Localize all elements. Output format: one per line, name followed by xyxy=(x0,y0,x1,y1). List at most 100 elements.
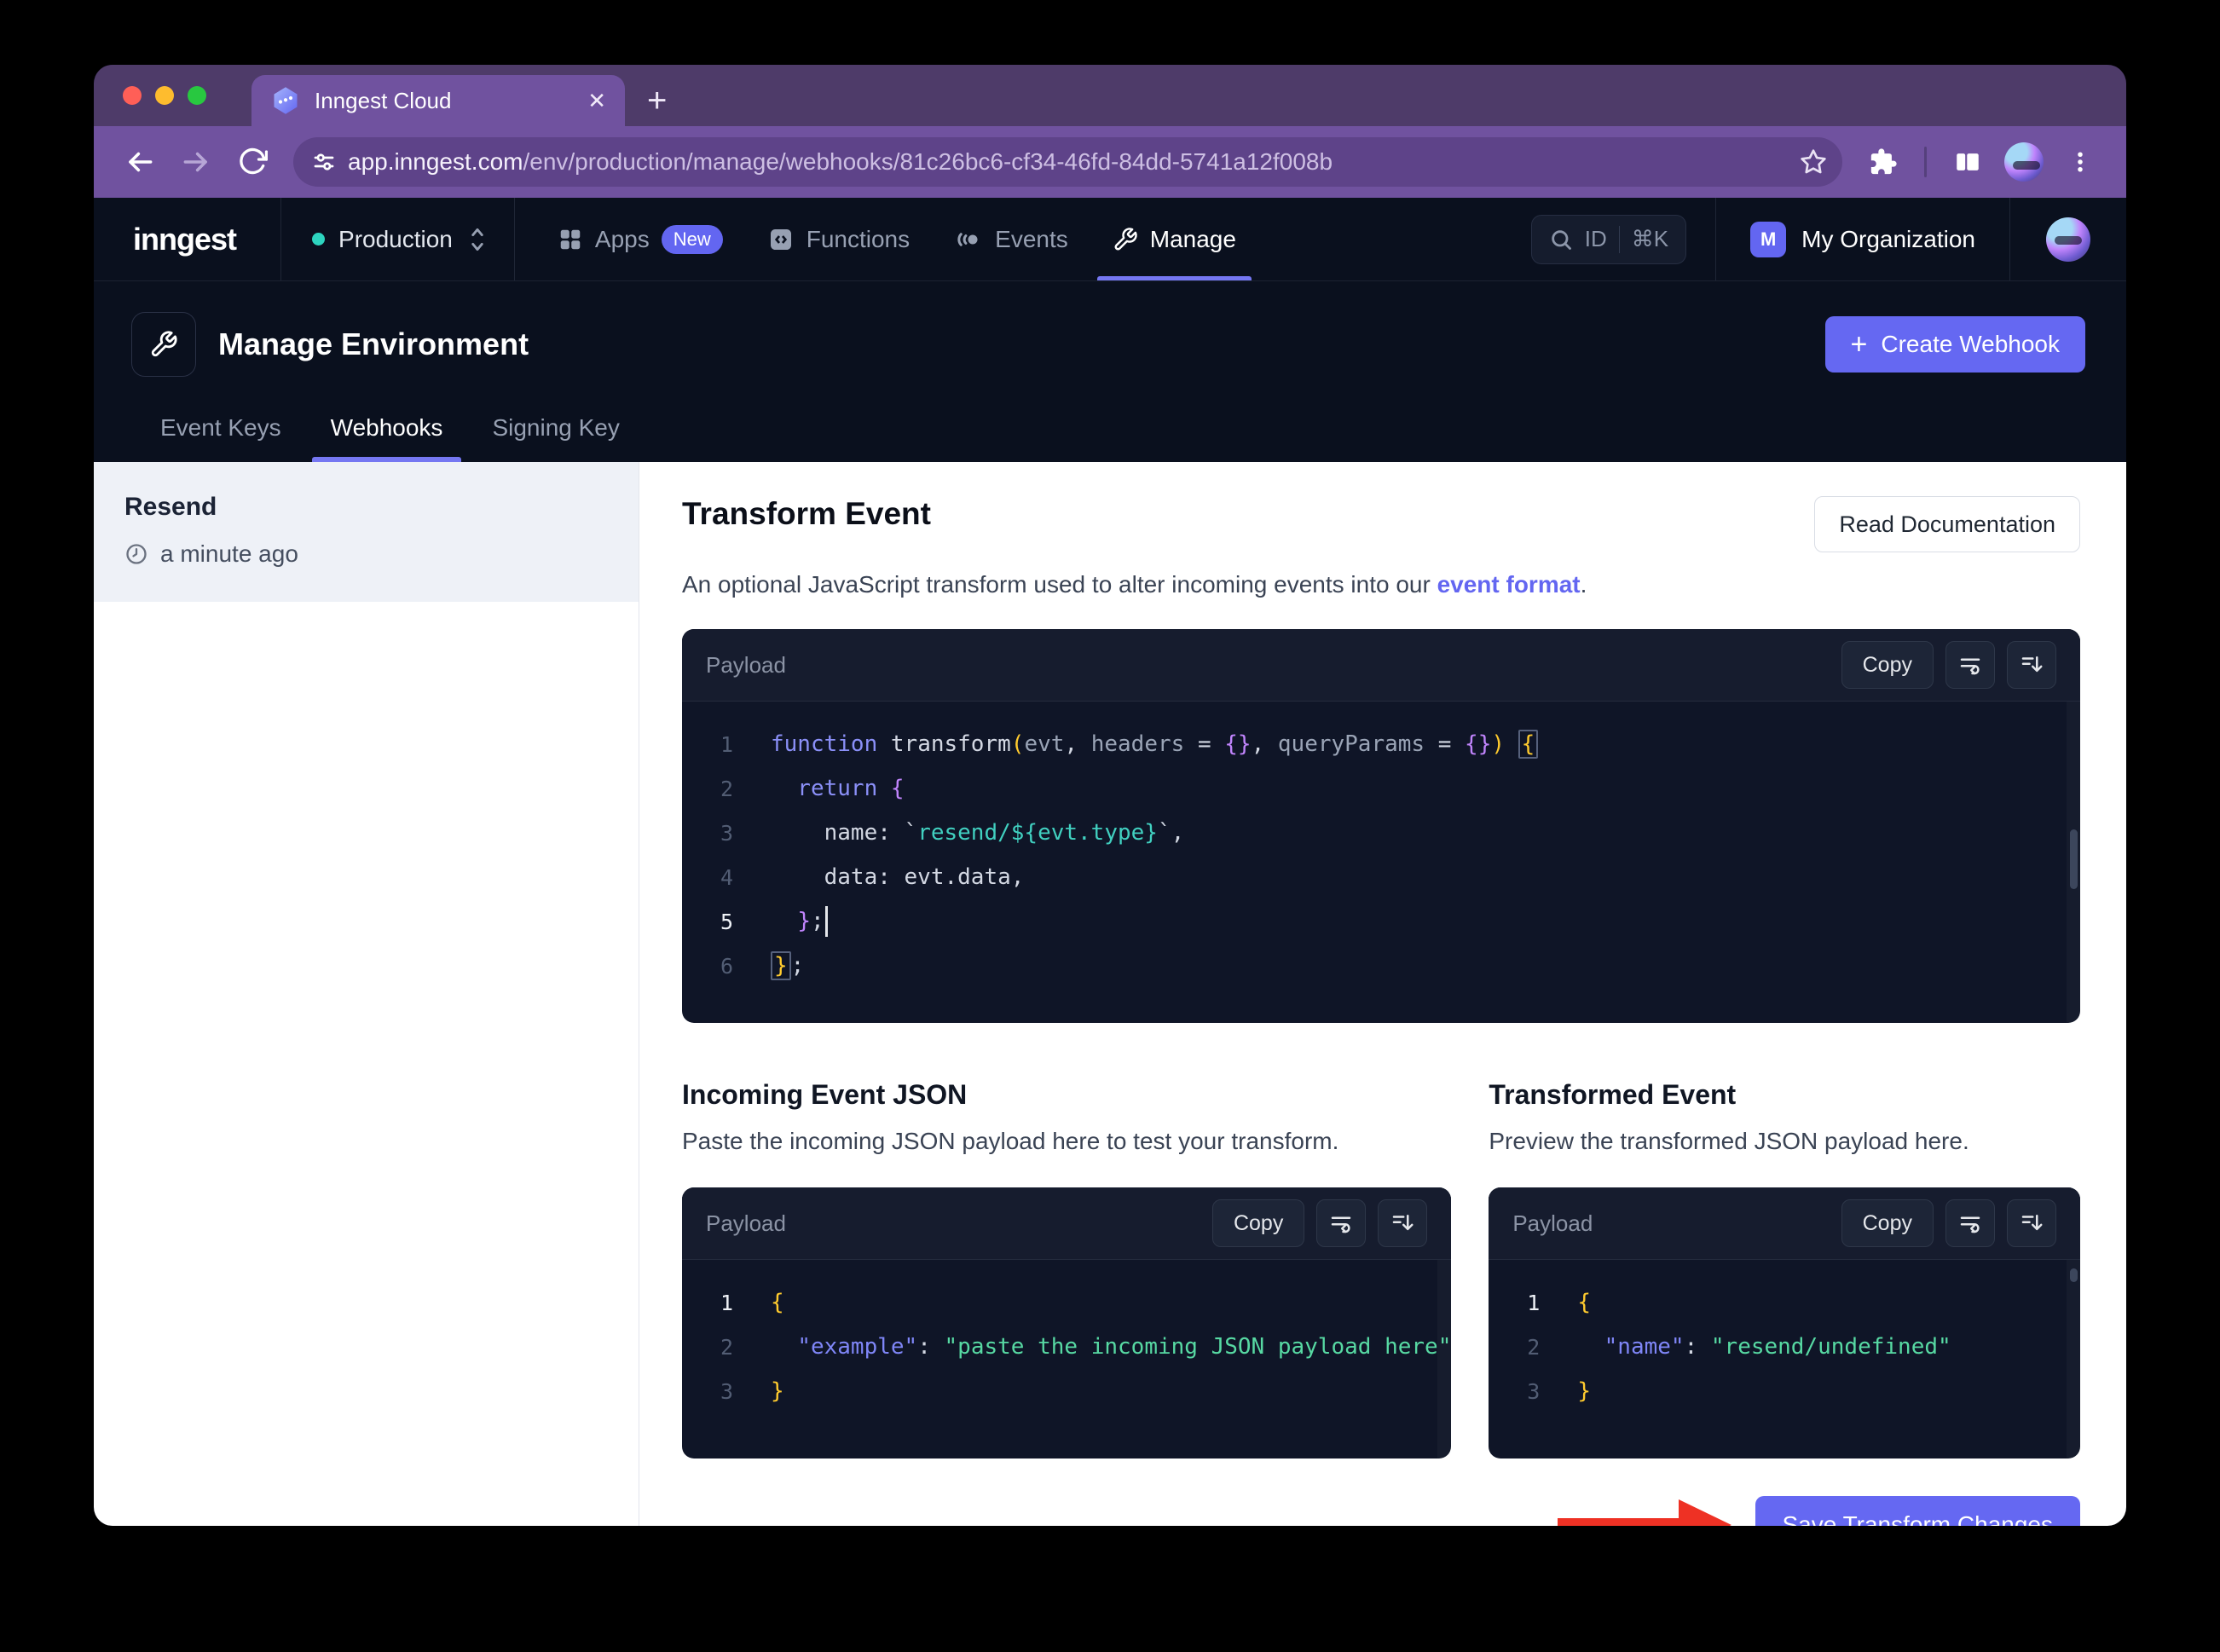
extensions-icon[interactable] xyxy=(1859,138,1907,186)
clock-icon xyxy=(126,544,147,564)
panel-title: Payload xyxy=(706,651,786,678)
user-avatar xyxy=(2046,217,2090,262)
browser-profile-avatar[interactable] xyxy=(2000,138,2048,186)
plus-icon: + xyxy=(1850,328,1868,361)
code-line: 1 { xyxy=(720,1290,784,1315)
panel-header: Payload Copy xyxy=(682,629,2080,701)
wrench-icon xyxy=(1114,227,1137,250)
webhook-list-item-resend[interactable]: Resend a minute ago xyxy=(94,462,639,602)
inngest-logo: inngest xyxy=(133,221,237,257)
nav-item-manage[interactable]: Manage xyxy=(1090,198,1258,280)
tab-signing-key[interactable]: Signing Key xyxy=(480,414,631,462)
avatar xyxy=(2004,142,2044,182)
scroll-down-icon xyxy=(2021,656,2043,673)
code-line: 3 } xyxy=(1527,1378,1591,1404)
word-wrap-icon xyxy=(1960,1216,1980,1233)
search-shortcut: ⌘K xyxy=(1631,226,1669,251)
editor-scrollbar[interactable] xyxy=(2067,1260,2080,1458)
browser-tab[interactable]: Inngest Cloud ✕ xyxy=(251,75,625,126)
url-text: app.inngest.com/env/production/manage/we… xyxy=(348,148,1333,175)
environment-selector[interactable]: Production xyxy=(281,198,514,280)
code-line: 4 data: evt.data, xyxy=(720,864,1025,890)
tab-event-keys[interactable]: Event Keys xyxy=(148,414,293,462)
code-editor[interactable]: 1 function transform(evt, headers = {}, … xyxy=(682,701,2080,1023)
url-bar[interactable]: app.inngest.com/env/production/manage/we… xyxy=(293,137,1842,187)
new-tab-button[interactable]: + xyxy=(647,84,667,118)
tab-close-icon[interactable]: ✕ xyxy=(587,90,606,112)
code-line: 2 "example": "paste the incoming JSON pa… xyxy=(720,1334,1452,1360)
annotation-arrow-icon xyxy=(1557,1499,1731,1526)
transform-event-title: Transform Event xyxy=(682,496,931,531)
search-icon xyxy=(1552,229,1571,250)
scroll-to-bottom-button[interactable] xyxy=(2007,641,2056,689)
transformed-event-title: Transformed Event xyxy=(1489,1079,1737,1110)
forward-icon[interactable] xyxy=(172,138,220,186)
navbar-right: ID ⌘K M My Organization xyxy=(1530,198,2126,280)
org-initial-badge: M xyxy=(1750,221,1787,257)
minimize-window-button[interactable] xyxy=(155,86,174,105)
search-divider xyxy=(1618,225,1620,253)
browser-toolbar: app.inngest.com/env/production/manage/we… xyxy=(94,126,2126,198)
editor-scrollbar[interactable] xyxy=(1437,1260,1451,1458)
code-line: 2 "name": "resend/undefined" xyxy=(1527,1334,1951,1360)
nav-item-apps[interactable]: Apps New xyxy=(535,198,745,280)
code-line: 3 name: `resend/${evt.type}`, xyxy=(720,820,1185,846)
traffic-lights xyxy=(123,65,206,126)
panel-title: Payload xyxy=(1512,1210,1593,1236)
reload-icon[interactable] xyxy=(228,138,276,186)
manage-environment-icon-box xyxy=(131,312,196,377)
search-input[interactable]: ID ⌘K xyxy=(1530,214,1687,264)
copy-button[interactable]: Copy xyxy=(1211,1199,1305,1247)
chevron-up-down-icon xyxy=(471,228,483,251)
scroll-to-bottom-button[interactable] xyxy=(1378,1199,1428,1247)
word-wrap-button[interactable] xyxy=(1316,1199,1367,1247)
tab-webhooks[interactable]: Webhooks xyxy=(311,414,462,462)
scroll-to-bottom-button[interactable] xyxy=(2007,1199,2056,1247)
webhook-updated-time: a minute ago xyxy=(160,540,298,567)
copy-button[interactable]: Copy xyxy=(1841,1199,1934,1247)
word-wrap-icon xyxy=(1960,658,1980,675)
events-icon xyxy=(957,232,978,246)
code-line: 6 }; xyxy=(720,951,805,980)
browser-tab-bar: Inngest Cloud ✕ + xyxy=(94,65,2126,126)
panel-title: Payload xyxy=(706,1210,786,1236)
incoming-event-title: Incoming Event JSON xyxy=(682,1079,968,1110)
nav-item-events[interactable]: Events xyxy=(932,198,1090,280)
code-line: 1 { xyxy=(1527,1290,1591,1315)
word-wrap-button[interactable] xyxy=(1945,641,1995,689)
create-webhook-button[interactable]: + Create Webhook xyxy=(1824,316,2085,373)
back-icon[interactable] xyxy=(116,138,164,186)
read-documentation-button[interactable]: Read Documentation xyxy=(1814,496,2080,552)
scroll-down-icon xyxy=(1393,1215,1414,1231)
user-menu[interactable] xyxy=(2009,198,2126,280)
transformed-event-desc: Preview the transformed JSON payload her… xyxy=(1489,1128,1969,1154)
event-format-link[interactable]: event format xyxy=(1437,571,1581,598)
app-navbar: inngest Production Apps New Functions Ev… xyxy=(94,198,2126,281)
copy-button[interactable]: Copy xyxy=(1841,641,1934,689)
environment-status-dot xyxy=(312,233,326,245)
tab-favicon-inngest-icon xyxy=(270,85,301,116)
maximize-window-button[interactable] xyxy=(188,86,206,105)
bookmark-star-icon[interactable] xyxy=(1793,142,1834,182)
side-panel-icon[interactable] xyxy=(1944,138,1992,186)
text-cursor xyxy=(824,906,828,937)
save-transform-changes-button[interactable]: Save Transform Changes xyxy=(1755,1496,2080,1526)
page-header: Manage Environment + Create Webhook xyxy=(94,281,2126,377)
functions-icon xyxy=(770,228,791,250)
editor-scrollbar[interactable] xyxy=(2067,702,2080,1023)
toolbar-divider xyxy=(1924,147,1927,177)
code-line: 5 }; xyxy=(682,899,2080,944)
code-line: 3 } xyxy=(720,1378,784,1404)
nav-item-functions[interactable]: Functions xyxy=(745,198,932,280)
incoming-json-panel: Payload Copy 1 {2 "example": "paste the… xyxy=(682,1187,1452,1458)
organization-menu[interactable]: M My Organization xyxy=(1715,198,2009,280)
incoming-json-editor[interactable]: 1 { 2 "example": "paste the incoming JSO… xyxy=(682,1259,1452,1458)
site-settings-icon[interactable] xyxy=(300,142,348,182)
incoming-event-column: Incoming Event JSON Paste the incoming J… xyxy=(682,1079,1452,1458)
incoming-event-desc: Paste the incoming JSON payload here to … xyxy=(682,1128,1339,1154)
browser-menu-icon[interactable] xyxy=(2056,138,2104,186)
close-window-button[interactable] xyxy=(123,86,142,105)
word-wrap-button[interactable] xyxy=(1945,1199,1995,1247)
webhooks-content: Resend a minute ago Transform Event Read… xyxy=(94,462,2126,1526)
transformed-json-panel: Payload Copy 1 {2 "name": "resend/undef… xyxy=(1489,1187,2080,1458)
